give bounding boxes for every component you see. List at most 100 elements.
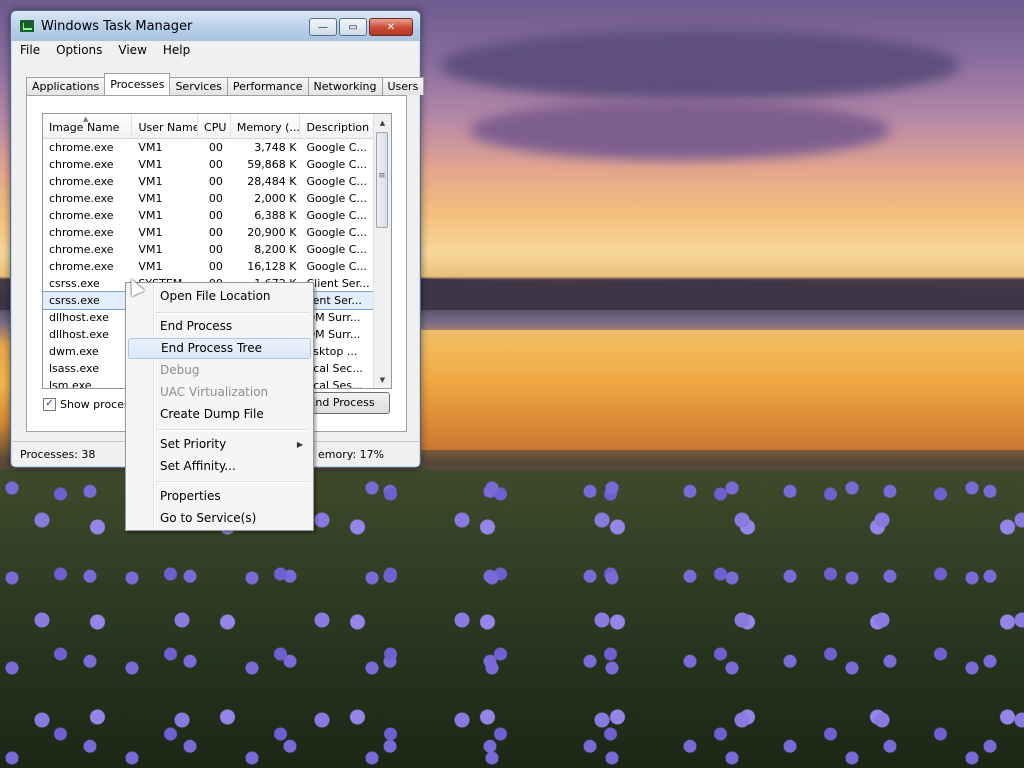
cell-image-name: dwm.exe xyxy=(49,345,99,358)
menu-separator xyxy=(156,429,309,431)
column-cpu[interactable]: CPU xyxy=(198,114,231,138)
cell-user-name: VM1 xyxy=(138,175,163,188)
cell-user-name: VM1 xyxy=(138,260,163,273)
tab-strip: Applications Processes Services Performa… xyxy=(26,73,425,95)
menu-file[interactable]: File xyxy=(12,41,48,61)
cell-description: Google C... xyxy=(306,192,367,205)
cell-image-name: chrome.exe xyxy=(49,158,114,171)
cell-description: Google C... xyxy=(306,158,367,171)
column-image-name[interactable]: ▲ Image Name xyxy=(43,114,133,138)
cell-cpu: 00 xyxy=(208,192,223,205)
menu-separator xyxy=(156,312,309,314)
cell-memory: 28,484 K xyxy=(247,175,297,188)
cell-user-name: VM1 xyxy=(138,141,163,154)
task-manager-icon xyxy=(20,20,34,32)
cell-description: Google C... xyxy=(306,209,367,222)
menu-end-process-tree[interactable]: End Process Tree xyxy=(128,338,311,359)
cell-description: Google C... xyxy=(306,226,367,239)
cell-description: Google C... xyxy=(306,260,367,273)
cell-image-name: chrome.exe xyxy=(49,175,114,188)
menu-end-process[interactable]: End Process xyxy=(128,316,311,337)
submenu-arrow-icon: ▶ xyxy=(296,440,303,449)
tab-services[interactable]: Services xyxy=(169,77,228,95)
cell-image-name: chrome.exe xyxy=(49,260,114,273)
table-row[interactable]: chrome.exe VM1 00 59,868 K Google C... xyxy=(43,156,374,173)
menu-set-affinity[interactable]: Set Affinity... xyxy=(128,456,311,477)
menu-bar: File Options View Help xyxy=(12,41,419,61)
tab-applications[interactable]: Applications xyxy=(26,77,106,95)
context-menu: Open File Location End Process End Proce… xyxy=(125,282,314,531)
table-row[interactable]: chrome.exe VM1 00 3,748 K Google C... xyxy=(43,139,374,156)
cell-image-name: chrome.exe xyxy=(49,226,114,239)
vertical-scrollbar[interactable]: ▲ ▼ xyxy=(373,114,391,388)
checkbox-check-icon[interactable]: ✓ xyxy=(43,398,56,411)
table-row[interactable]: chrome.exe VM1 00 6,388 K Google C... xyxy=(43,207,374,224)
table-row[interactable]: chrome.exe VM1 00 16,128 K Google C... xyxy=(43,258,374,275)
cell-cpu: 00 xyxy=(208,209,223,222)
column-user-name[interactable]: User Name xyxy=(132,114,199,138)
status-processes: Processes: 38 xyxy=(12,442,133,466)
cell-memory: 2,000 K xyxy=(254,192,297,205)
list-header: ▲ Image Name User Name CPU Memory (... D… xyxy=(43,114,374,139)
cell-cpu: 00 xyxy=(208,175,223,188)
title-bar[interactable]: Windows Task Manager — ▭ ✕ xyxy=(11,11,420,41)
cell-description: Google C... xyxy=(306,243,367,256)
sort-arrow-icon: ▲ xyxy=(83,115,89,123)
menu-properties[interactable]: Properties xyxy=(128,486,311,507)
cell-image-name: chrome.exe xyxy=(49,209,114,222)
window-title: Windows Task Manager xyxy=(41,19,193,34)
cell-user-name: VM1 xyxy=(138,243,163,256)
tab-users[interactable]: Users xyxy=(381,77,425,95)
cell-memory: 16,128 K xyxy=(247,260,297,273)
menu-create-dump-file[interactable]: Create Dump File xyxy=(128,404,311,425)
table-row[interactable]: chrome.exe VM1 00 8,200 K Google C... xyxy=(43,241,374,258)
scroll-thumb[interactable] xyxy=(376,132,388,228)
minimize-button[interactable]: — xyxy=(309,18,337,36)
lake xyxy=(420,330,1024,450)
cloud xyxy=(470,100,890,160)
table-row[interactable]: chrome.exe VM1 00 28,484 K Google C... xyxy=(43,173,374,190)
menu-view[interactable]: View xyxy=(110,41,154,61)
column-description[interactable]: Description xyxy=(300,114,374,138)
cell-image-name: lsm.exe xyxy=(49,379,92,389)
menu-set-priority[interactable]: Set Priority ▶ xyxy=(128,434,311,455)
cell-image-name: chrome.exe xyxy=(49,192,114,205)
tab-performance[interactable]: Performance xyxy=(226,77,309,95)
table-row[interactable]: chrome.exe VM1 00 2,000 K Google C... xyxy=(43,190,374,207)
cell-cpu: 00 xyxy=(208,226,223,239)
cell-image-name: lsass.exe xyxy=(49,362,99,375)
cell-user-name: VM1 xyxy=(138,226,163,239)
cloud xyxy=(440,30,960,100)
cell-image-name: dllhost.exe xyxy=(49,328,109,341)
maximize-button[interactable]: ▭ xyxy=(339,18,367,36)
cell-memory: 59,868 K xyxy=(247,158,297,171)
cell-cpu: 00 xyxy=(208,141,223,154)
cell-image-name: csrss.exe xyxy=(49,277,100,290)
status-memory: emory: 17% xyxy=(318,448,385,461)
cell-memory: 3,748 K xyxy=(254,141,297,154)
cell-image-name: chrome.exe xyxy=(49,243,114,256)
cell-user-name: VM1 xyxy=(138,158,163,171)
menu-debug: Debug xyxy=(160,363,200,377)
scroll-up-icon[interactable]: ▲ xyxy=(374,114,391,131)
cell-user-name: VM1 xyxy=(138,192,163,205)
cell-memory: 6,388 K xyxy=(254,209,297,222)
cell-cpu: 00 xyxy=(208,243,223,256)
menu-options[interactable]: Options xyxy=(48,41,110,61)
close-button[interactable]: ✕ xyxy=(369,18,413,36)
cell-image-name: csrss.exe xyxy=(43,292,133,309)
cell-description: Google C... xyxy=(306,141,367,154)
tab-networking[interactable]: Networking xyxy=(307,77,383,95)
menu-help[interactable]: Help xyxy=(155,41,198,61)
column-memory[interactable]: Memory (... xyxy=(231,114,301,138)
tab-processes[interactable]: Processes xyxy=(104,73,171,95)
menu-uac-virtualization: UAC Virtualization xyxy=(160,385,269,399)
menu-go-to-services[interactable]: Go to Service(s) xyxy=(128,508,311,529)
cell-cpu: 00 xyxy=(208,158,223,171)
table-row[interactable]: chrome.exe VM1 00 20,900 K Google C... xyxy=(43,224,374,241)
cell-memory: 20,900 K xyxy=(247,226,297,239)
menu-open-file-location[interactable]: Open File Location xyxy=(128,286,311,307)
menu-label: Set Priority xyxy=(160,437,227,451)
scroll-down-icon[interactable]: ▼ xyxy=(374,371,391,388)
menu-separator xyxy=(156,481,309,483)
